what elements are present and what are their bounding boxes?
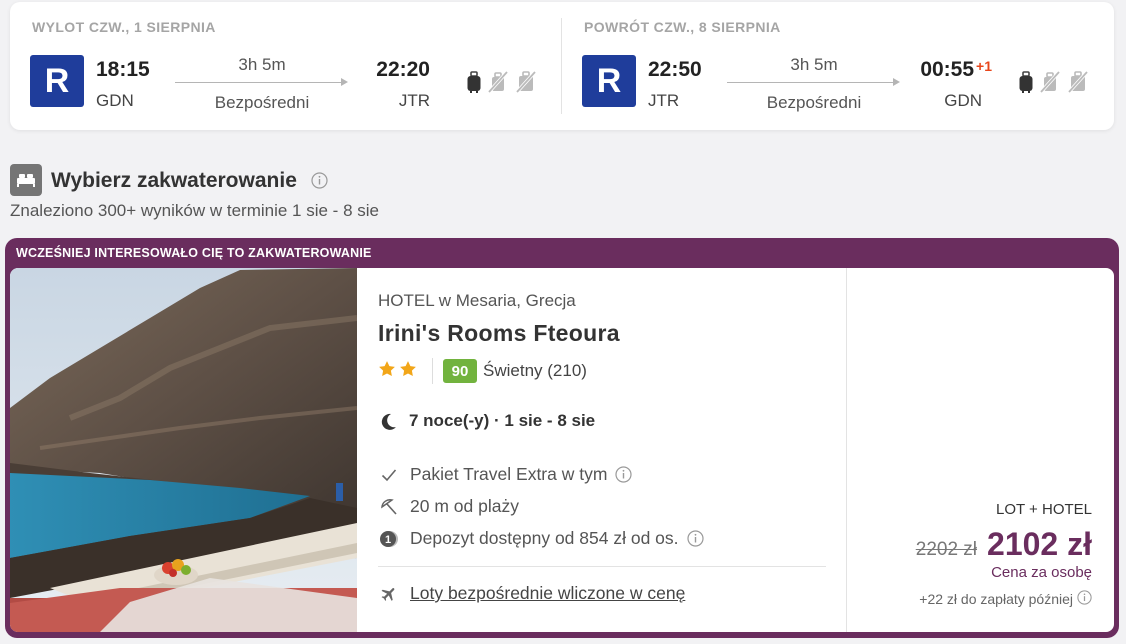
departure-airport: JTR xyxy=(648,91,680,110)
check-icon xyxy=(378,468,400,482)
feature-travel-extra: Pakiet Travel Extra w tym xyxy=(378,464,633,485)
arrival-airport: GDN xyxy=(944,91,982,110)
baggage-icons xyxy=(466,70,538,94)
departure-airport: GDN xyxy=(96,91,134,110)
svg-text:1: 1 xyxy=(385,534,391,546)
arrival-time: 22:20 xyxy=(376,58,430,81)
route-arrow xyxy=(727,82,897,83)
outbound-leg: WYLOT CZW., 1 SIERPNIA R 18:15 GDN 3h 5m… xyxy=(10,2,562,130)
cabin-bag-icon xyxy=(467,71,481,93)
flight-summary-card: WYLOT CZW., 1 SIERPNIA R 18:15 GDN 3h 5m… xyxy=(10,2,1114,130)
feature-text: Pakiet Travel Extra w tym xyxy=(410,464,608,484)
route-type: Bezpośredni xyxy=(214,93,310,112)
feature-text: Depozyt dostępny od 854 zł od os. xyxy=(410,528,679,548)
price-column: LOT + HOTEL 2202 zł 2102 zł Cena za osob… xyxy=(846,268,1114,632)
hotel-photo[interactable] xyxy=(10,268,357,632)
hotel-card[interactable]: WCZEŚNIEJ INTERESOWAŁO CIĘ TO ZAKWATEROW… xyxy=(5,238,1119,638)
info-icon[interactable] xyxy=(311,172,328,194)
outbound-title: WYLOT CZW., 1 SIERPNIA xyxy=(32,19,216,35)
return-title: POWRÓT CZW., 8 SIERPNIA xyxy=(584,19,781,35)
return-leg: POWRÓT CZW., 8 SIERPNIA R 22:50 JTR 3h 5… xyxy=(562,2,1114,130)
rating-score: 90 xyxy=(443,359,477,383)
deposit-icon: 1 xyxy=(378,529,400,549)
stay-duration: 7 noce(-y) · 1 sie - 8 sie xyxy=(409,411,596,430)
next-day-badge: +1 xyxy=(976,58,992,74)
arrow-head-icon xyxy=(341,78,348,86)
price-row: 2202 zł 2102 zł xyxy=(916,526,1092,563)
cabin-bag-icon xyxy=(1019,71,1033,93)
rating-text: Świetny (210) xyxy=(483,361,587,380)
flights-included-link[interactable]: Loty bezpośrednie wliczone w cenę xyxy=(378,583,685,604)
airline-logo: R xyxy=(30,55,84,107)
hotel-type-location: HOTEL w Mesaria, Grecja xyxy=(378,291,576,310)
baggage-icons xyxy=(1018,70,1090,94)
airline-logo: R xyxy=(582,55,636,107)
package-label: LOT + HOTEL xyxy=(995,501,1092,518)
departure-time: 18:15 xyxy=(96,58,150,81)
rating-divider xyxy=(432,358,433,384)
pay-later-text: +22 zł do zapłaty później xyxy=(919,591,1073,607)
beach-umbrella-icon xyxy=(378,498,400,516)
pay-later-note: +22 zł do zapłaty później xyxy=(919,590,1092,608)
flight-duration: 3h 5m xyxy=(790,55,838,74)
arrival-time-value: 00:55 xyxy=(920,58,975,81)
arrival-time: 00:55 +1 xyxy=(902,58,992,82)
hotel-card-body: HOTEL w Mesaria, Grecja Irini's Rooms Ft… xyxy=(10,268,1114,632)
price-per-person-label: Cena za osobę xyxy=(991,564,1092,581)
route-arrow xyxy=(175,82,345,83)
moon-icon xyxy=(378,412,398,437)
info-icon[interactable] xyxy=(1077,590,1092,608)
info-divider xyxy=(378,566,826,567)
hotel-name[interactable]: Irini's Rooms Fteoura xyxy=(378,320,620,347)
section-title: Wybierz zakwaterowanie xyxy=(51,169,297,192)
departure-time: 22:50 xyxy=(648,58,702,81)
star-icon xyxy=(379,361,395,377)
no-checked-bag-icon xyxy=(1067,70,1089,94)
flights-included-text[interactable]: Loty bezpośrednie wliczone w cenę xyxy=(410,583,685,604)
feature-text: 20 m od plaży xyxy=(410,496,519,516)
flight-duration: 3h 5m xyxy=(238,55,286,74)
previously-viewed-banner: WCZEŚNIEJ INTERESOWAŁO CIĘ TO ZAKWATEROW… xyxy=(16,246,372,260)
old-price: 2202 zł xyxy=(915,539,978,560)
plane-icon xyxy=(378,585,400,603)
hotel-info: HOTEL w Mesaria, Grecja Irini's Rooms Ft… xyxy=(357,268,847,632)
feature-deposit: 1 Depozyt dostępny od 854 zł od os. xyxy=(378,528,704,549)
feature-beach-distance: 20 m od plaży xyxy=(378,496,519,517)
no-hand-luggage-icon xyxy=(487,70,509,94)
results-count: Znaleziono 300+ wyników w terminie 1 sie… xyxy=(10,201,379,220)
info-icon[interactable] xyxy=(686,530,704,547)
star-rating xyxy=(378,360,417,378)
star-icon xyxy=(400,361,416,377)
route-type: Bezpośredni xyxy=(766,93,862,112)
current-price: 2102 zł xyxy=(987,526,1092,562)
arrow-head-icon xyxy=(893,78,900,86)
no-checked-bag-icon xyxy=(515,70,537,94)
arrival-airport: JTR xyxy=(398,91,430,110)
info-icon[interactable] xyxy=(615,466,633,483)
bed-icon xyxy=(10,164,42,196)
no-hand-luggage-icon xyxy=(1039,70,1061,94)
